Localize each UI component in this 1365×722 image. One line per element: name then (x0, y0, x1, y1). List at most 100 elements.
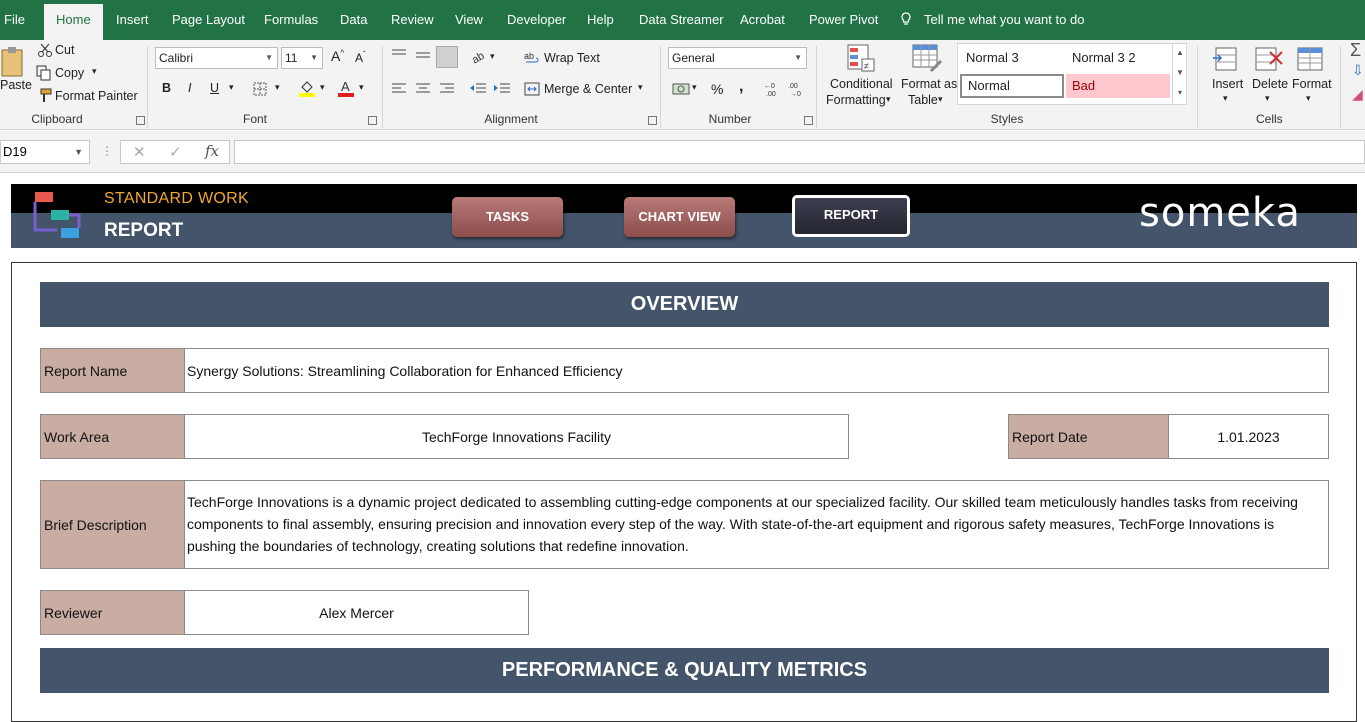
cancel-icon[interactable]: ✕ (133, 143, 146, 161)
menu-developer[interactable]: Developer (507, 0, 566, 40)
cut-button[interactable]: Cut (55, 43, 74, 57)
divider (382, 46, 383, 128)
chart-view-nav-button[interactable]: CHART VIEW (624, 197, 735, 237)
align-right-icon[interactable] (439, 82, 455, 96)
work-area-label: Work Area (40, 414, 185, 459)
font-name-select[interactable]: Calibri ▼ (155, 47, 278, 69)
chevron-down-icon[interactable]: ▾ (1265, 93, 1270, 104)
menu-power-pivot[interactable]: Power Pivot (809, 0, 878, 40)
increase-indent-icon[interactable] (493, 82, 511, 96)
chevron-down-icon[interactable]: ▾ (886, 94, 891, 105)
currency-icon[interactable] (672, 81, 692, 97)
report-name-value[interactable]: Synergy Solutions: Streamlining Collabor… (184, 348, 1329, 393)
chevron-down-icon: ▼ (74, 147, 83, 157)
menu-page-layout[interactable]: Page Layout (172, 0, 245, 40)
delete-cells-button[interactable]: Delete (1252, 77, 1288, 91)
reviewer-value[interactable]: Alex Mercer (184, 590, 529, 635)
chevron-down-icon[interactable]: ▾ (229, 82, 234, 93)
enter-icon[interactable]: ✓ (169, 143, 182, 161)
alignment-launcher-icon[interactable] (648, 116, 657, 125)
style-normal-3-2[interactable]: Normal 3 2 (1066, 46, 1170, 70)
format-as-table-icon (912, 44, 943, 73)
style-bad[interactable]: Bad (1066, 74, 1170, 98)
menu-review[interactable]: Review (391, 0, 434, 40)
increase-decimal-icon[interactable]: ←0.00 (764, 81, 782, 97)
chevron-down-icon[interactable]: ▾ (320, 82, 325, 93)
menu-insert[interactable]: Insert (116, 0, 149, 40)
underline-button[interactable]: U (210, 81, 219, 95)
chevron-down-icon[interactable]: ▾ (1223, 93, 1228, 104)
comma-button[interactable]: , (739, 78, 743, 96)
chevron-down-icon[interactable]: ▾ (275, 82, 280, 93)
svg-text:.00: .00 (788, 83, 798, 90)
menu-data-streamer[interactable]: Data Streamer (639, 0, 724, 40)
chevron-down-icon[interactable]: ▾ (638, 82, 643, 93)
wrap-text-button[interactable]: Wrap Text (544, 51, 600, 65)
conditional-formatting-button[interactable]: Conditional (830, 77, 893, 91)
tell-me-search[interactable]: Tell me what you want to do (900, 0, 1084, 40)
menu-acrobat[interactable]: Acrobat (740, 0, 785, 40)
menu-data[interactable]: Data (340, 0, 367, 40)
number-format-select[interactable]: General ▼ (668, 47, 807, 69)
autosum-icon[interactable]: Σ (1350, 40, 1361, 61)
vertical-dots-icon[interactable]: ⋮ (101, 144, 113, 158)
chevron-down-icon[interactable]: ▾ (692, 82, 697, 93)
svg-text:ab: ab (524, 51, 534, 61)
report-date-value[interactable]: 1.01.2023 (1168, 414, 1329, 459)
decrease-font-icon[interactable]: Aˇ (355, 50, 366, 65)
copy-dropdown-icon[interactable]: ▾ (92, 66, 97, 77)
reviewer-label: Reviewer (40, 590, 185, 635)
percent-button[interactable]: % (711, 81, 723, 97)
align-left-icon[interactable] (391, 82, 407, 96)
clear-icon[interactable]: ◢ (1352, 86, 1363, 103)
decrease-indent-icon[interactable] (469, 82, 487, 96)
style-normal-3[interactable]: Normal 3 (960, 46, 1064, 70)
paste-icon[interactable] (0, 46, 26, 78)
number-launcher-icon[interactable] (804, 116, 813, 125)
brief-description-value[interactable]: TechForge Innovations is a dynamic proje… (184, 480, 1329, 569)
increase-font-icon[interactable]: A^ (331, 48, 344, 64)
chevron-down-icon[interactable]: ▾ (359, 82, 364, 93)
chevron-down-icon[interactable]: ▾ (938, 94, 943, 105)
format-as-table-button[interactable]: Format as (901, 77, 957, 91)
format-cells-button[interactable]: Format (1292, 77, 1332, 91)
italic-button[interactable]: I (188, 81, 191, 95)
paste-button[interactable]: Paste (0, 78, 32, 92)
chevron-down-icon[interactable]: ▾ (490, 51, 495, 62)
menu-view[interactable]: View (455, 0, 483, 40)
format-painter-button[interactable]: Format Painter (55, 89, 138, 103)
formula-input[interactable] (234, 140, 1365, 164)
styles-scroll[interactable]: ▲ ▼ ▾ (1172, 43, 1187, 105)
copy-button[interactable]: Copy (55, 66, 84, 80)
orientation-icon[interactable]: ab (470, 48, 488, 64)
tell-me-text: Tell me what you want to do (924, 12, 1085, 27)
chevron-down-icon[interactable]: ▾ (1306, 93, 1311, 104)
menu-file[interactable]: File (4, 0, 25, 40)
work-area-value[interactable]: TechForge Innovations Facility (184, 414, 849, 459)
name-box[interactable]: D19 ▼ (0, 140, 90, 164)
align-bottom-button[interactable] (436, 46, 458, 68)
clipboard-launcher-icon[interactable] (136, 116, 145, 125)
fill-icon[interactable]: ⇩ (1352, 62, 1364, 79)
insert-function-button[interactable]: fx (205, 142, 219, 160)
menu-formulas[interactable]: Formulas (264, 0, 318, 40)
menu-help[interactable]: Help (587, 0, 614, 40)
menu-home[interactable]: Home (44, 4, 103, 40)
font-color-icon[interactable]: A (338, 79, 354, 97)
tasks-nav-button[interactable]: TASKS (452, 197, 563, 237)
font-launcher-icon[interactable] (368, 116, 377, 125)
decrease-decimal-icon[interactable]: .00→0 (788, 81, 806, 97)
fill-color-icon[interactable] (299, 79, 315, 97)
merge-center-button[interactable]: Merge & Center (544, 82, 632, 96)
insert-cells-button[interactable]: Insert (1212, 77, 1243, 91)
align-center-icon[interactable] (415, 82, 431, 96)
borders-icon[interactable] (253, 82, 267, 96)
svg-text:A: A (341, 79, 350, 94)
bold-button[interactable]: B (162, 81, 171, 95)
font-size-select[interactable]: 11 ▼ (281, 47, 323, 69)
style-normal[interactable]: Normal (960, 74, 1064, 98)
align-middle-icon[interactable] (415, 48, 431, 62)
align-top-icon[interactable] (391, 48, 407, 62)
report-nav-button[interactable]: REPORT (792, 195, 910, 237)
chevron-down-icon: ▼ (310, 53, 318, 62)
